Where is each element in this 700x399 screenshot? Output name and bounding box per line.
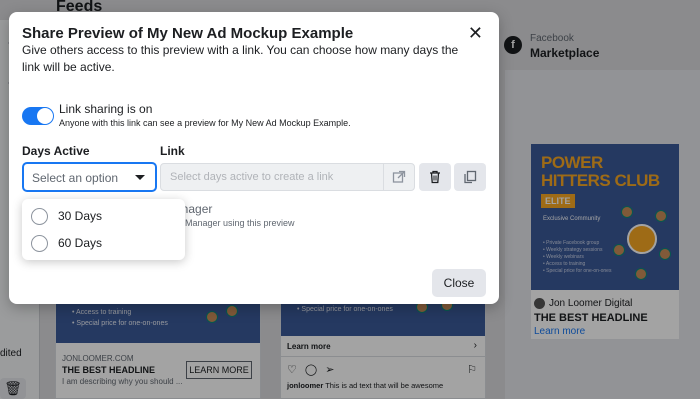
days-active-select[interactable]: Select an option (22, 162, 157, 192)
select-value: Select an option (32, 171, 119, 185)
option-label: 60 Days (58, 236, 103, 250)
close-button[interactable]: Close (432, 269, 486, 297)
copy-link-button[interactable] (454, 163, 486, 191)
link-sharing-toggle[interactable] (22, 107, 54, 125)
option-60-days[interactable]: 60 Days (31, 233, 171, 255)
link-sharing-label: Link sharing is on (59, 102, 153, 116)
open-link-button[interactable] (383, 163, 415, 191)
partial-sublabel: Manager using this preview (185, 218, 295, 228)
radio-icon[interactable] (31, 208, 48, 225)
trash-icon (430, 170, 440, 184)
copy-icon (464, 170, 477, 184)
option-30-days[interactable]: 30 Days (31, 206, 171, 228)
share-preview-dialog: Share Preview of My New Ad Mockup Exampl… (9, 12, 499, 304)
caret-down-icon (135, 175, 145, 180)
link-placeholder: Select days active to create a link (170, 171, 334, 183)
days-active-dropdown: 30 Days 60 Days (22, 199, 185, 260)
external-link-icon (392, 170, 406, 183)
link-sharing-subtext: Anyone with this link can see a preview … (59, 118, 351, 128)
link-field[interactable]: Select days active to create a link (160, 163, 384, 191)
dialog-description: Give others access to this preview with … (22, 43, 459, 74)
radio-icon[interactable] (31, 235, 48, 252)
option-label: 30 Days (58, 209, 103, 223)
link-label: Link (160, 144, 185, 158)
delete-link-button[interactable] (419, 163, 451, 191)
days-active-label: Days Active (22, 144, 90, 158)
close-icon[interactable]: ✕ (468, 24, 483, 42)
dialog-title: Share Preview of My New Ad Mockup Exampl… (22, 25, 354, 42)
